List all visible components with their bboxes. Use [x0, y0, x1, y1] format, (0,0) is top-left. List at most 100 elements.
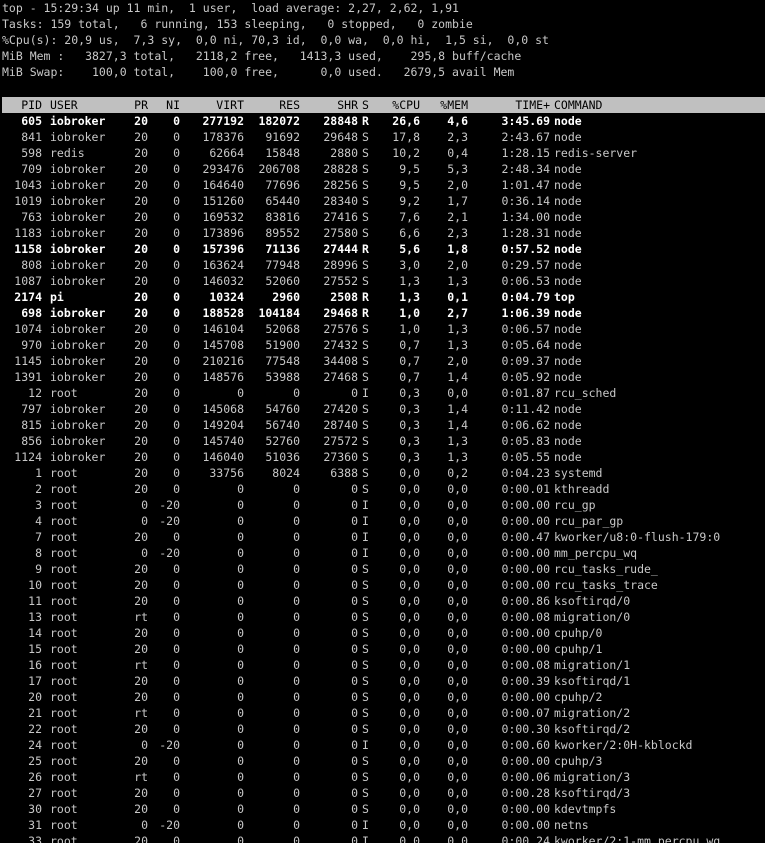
process-shr: 0: [351, 578, 358, 592]
terminal-window[interactable]: top - 15:29:34 up 11 min, 1 user, load a…: [0, 0, 765, 843]
process-user: root: [50, 658, 78, 672]
process-nice: 0: [173, 290, 180, 304]
process-cpu: 0,0: [399, 514, 420, 528]
process-virt: 0: [237, 770, 244, 784]
table-row[interactable]: 15 root 20 0 0 0 0 S 0,0 0,0 0:00.00 cpuhp/1: [0, 641, 765, 657]
process-time: 0:00.00: [501, 546, 550, 560]
table-row[interactable]: 1183 iobroker 20 0 173896 89552 27580 S 6,6 2,3 1:…: [0, 225, 765, 241]
table-row[interactable]: 21 root rt 0 0 0 0 S 0,0 0,0 0:00.07 migration/2: [0, 705, 765, 721]
process-nice: -20: [159, 514, 180, 528]
table-row[interactable]: 30 root 20 0 0 0 0 S 0,0 0,0 0:00.00 kdevtmpfs: [0, 801, 765, 817]
process-time: 0:00.24: [501, 834, 550, 843]
process-shr: 0: [351, 722, 358, 736]
process-shr: 0: [351, 802, 358, 816]
table-row[interactable]: 33 root 20 0 0 0 0 I 0,0 0,0 0:00.24 kworker/2:1-mm…: [0, 833, 765, 843]
table-row[interactable]: 14 root 20 0 0 0 0 S 0,0 0,0 0:00.00 cpuhp/0: [0, 625, 765, 641]
table-row[interactable]: 9 root 20 0 0 0 0 S 0,0 0,0 0:00.00 rcu_tasks_rude_: [0, 561, 765, 577]
table-row[interactable]: 20 root 20 0 0 0 0 S 0,0 0,0 0:00.00 cpuhp/2: [0, 689, 765, 705]
table-row[interactable]: 856 iobroker 20 0 145740 52760 27572 S 0,3 1,3 0:0…: [0, 433, 765, 449]
table-row[interactable]: 808 iobroker 20 0 163624 77948 28996 S 3,0 2,0 0:2…: [0, 257, 765, 273]
table-row[interactable]: 1158 iobroker 20 0 157396 71136 27444 R 5,6 1,8 0:…: [0, 241, 765, 257]
table-row[interactable]: 1 root 20 0 33756 8024 6388 S 0,0 0,2 0:04.23 syste…: [0, 465, 765, 481]
process-cpu: 9,5: [399, 178, 420, 192]
table-row[interactable]: 26 root rt 0 0 0 0 S 0,0 0,0 0:00.06 migration/3: [0, 769, 765, 785]
process-cpu: 0,3: [399, 418, 420, 432]
table-row[interactable]: 1124 iobroker 20 0 146040 51036 27360 S 0,3 1,3 0:…: [0, 449, 765, 465]
process-res: 0: [293, 530, 300, 544]
column-header-user: USER: [50, 98, 78, 112]
table-row[interactable]: 4 root 0 -20 0 0 0 I 0,0 0,0 0:00.00 rcu_par_gp: [0, 513, 765, 529]
process-mem: 1,3: [447, 434, 468, 448]
process-user: root: [50, 482, 78, 496]
table-row[interactable]: 1043 iobroker 20 0 164640 77696 28256 S 9,5 2,0 1:…: [0, 177, 765, 193]
table-row[interactable]: 24 root 0 -20 0 0 0 I 0,0 0,0 0:00.60 kworker/2:0H-…: [0, 737, 765, 753]
table-row[interactable]: 763 iobroker 20 0 169532 83816 27416 S 7,6 2,1 1:3…: [0, 209, 765, 225]
process-priority: 20: [134, 322, 148, 336]
process-mem: 1,7: [447, 194, 468, 208]
table-row[interactable]: 11 root 20 0 0 0 0 S 0,0 0,0 0:00.86 ksoftirqd/0: [0, 593, 765, 609]
process-user: iobroker: [50, 402, 106, 416]
process-mem: 0,0: [447, 738, 468, 752]
table-row[interactable]: 3 root 0 -20 0 0 0 I 0,0 0,0 0:00.00 rcu_gp: [0, 497, 765, 513]
table-row[interactable]: 2 root 20 0 0 0 0 S 0,0 0,0 0:00.01 kthreadd: [0, 481, 765, 497]
process-mem: 0,0: [447, 786, 468, 800]
table-row[interactable]: 1391 iobroker 20 0 148576 53988 27468 S 0,7 1,4 0:…: [0, 369, 765, 385]
table-row[interactable]: 10 root 20 0 0 0 0 S 0,0 0,0 0:00.00 rcu_tasks_trac…: [0, 577, 765, 593]
table-row[interactable]: 31 root 0 -20 0 0 0 I 0,0 0,0 0:00.00 netns: [0, 817, 765, 833]
table-row[interactable]: 8 root 0 -20 0 0 0 I 0,0 0,0 0:00.00 mm_percpu_wq: [0, 545, 765, 561]
process-priority: 20: [134, 274, 148, 288]
process-command: node: [554, 226, 582, 240]
table-row[interactable]: 22 root 20 0 0 0 0 S 0,0 0,0 0:00.30 ksoftirqd/2: [0, 721, 765, 737]
table-row[interactable]: 27 root 20 0 0 0 0 S 0,0 0,0 0:00.28 ksoftirqd/3: [0, 785, 765, 801]
process-shr: 28828: [323, 162, 358, 176]
table-row[interactable]: 598 redis 20 0 62664 15848 2880 S 10,2 0,4 1:28.15…: [0, 145, 765, 161]
process-shr: 0: [351, 642, 358, 656]
table-row[interactable]: 1145 iobroker 20 0 210216 77548 34408 S 0,7 2,0 0:…: [0, 353, 765, 369]
process-nice: 0: [173, 674, 180, 688]
table-row[interactable]: 709 iobroker 20 0 293476 206708 28828 S 9,5 5,3 2:…: [0, 161, 765, 177]
process-user: iobroker: [50, 338, 106, 352]
process-pid: 709: [21, 162, 42, 176]
table-row[interactable]: 1074 iobroker 20 0 146104 52068 27576 S 1,0 1,3 0:…: [0, 321, 765, 337]
table-row[interactable]: 17 root 20 0 0 0 0 S 0,0 0,0 0:00.39 ksoftirqd/1: [0, 673, 765, 689]
table-row[interactable]: 841 iobroker 20 0 178376 91692 29648 S 17,8 2,3 2:…: [0, 129, 765, 145]
table-row[interactable]: 698 iobroker 20 0 188528 104184 29468 R 1,0 2,7 1:…: [0, 305, 765, 321]
table-row[interactable]: 2174 pi 20 0 10324 2960 2508 R 1,3 0,1 0:04.79 top: [0, 289, 765, 305]
table-row[interactable]: 7 root 20 0 0 0 0 I 0,0 0,0 0:00.47 kworker/u8:0-fl…: [0, 529, 765, 545]
table-row[interactable]: 1019 iobroker 20 0 151260 65440 28340 S 9,2 1,7 0:…: [0, 193, 765, 209]
table-row[interactable]: 970 iobroker 20 0 145708 51900 27432 S 0,7 1,3 0:0…: [0, 337, 765, 353]
process-cpu: 0,0: [399, 738, 420, 752]
process-nice: 0: [173, 306, 180, 320]
process-cpu: 0,7: [399, 370, 420, 384]
process-virt: 146040: [202, 450, 244, 464]
process-shr: 27572: [323, 434, 358, 448]
process-pid: 14: [28, 626, 42, 640]
process-priority: 20: [134, 466, 148, 480]
table-row[interactable]: 25 root 20 0 0 0 0 S 0,0 0,0 0:00.00 cpuhp/3: [0, 753, 765, 769]
process-user: redis: [50, 146, 85, 160]
process-res: 83816: [265, 210, 300, 224]
column-header-time: TIME+: [515, 98, 550, 112]
process-state: S: [362, 754, 369, 768]
process-cpu: 0,0: [399, 834, 420, 843]
process-command: node: [554, 370, 582, 384]
process-shr: 0: [351, 626, 358, 640]
table-row[interactable]: 13 root rt 0 0 0 0 S 0,0 0,0 0:00.08 migration/0: [0, 609, 765, 625]
process-time: 0:00.30: [501, 722, 550, 736]
process-user: root: [50, 738, 78, 752]
process-pid: 22: [28, 722, 42, 736]
process-shr: 27468: [323, 370, 358, 384]
process-command: node: [554, 274, 582, 288]
table-row[interactable]: 815 iobroker 20 0 149204 56740 28740 S 0,3 1,4 0:0…: [0, 417, 765, 433]
table-row[interactable]: 16 root rt 0 0 0 0 S 0,0 0,0 0:00.08 migration/1: [0, 657, 765, 673]
table-row[interactable]: 12 root 20 0 0 0 0 I 0,3 0,0 0:01.87 rcu_sched: [0, 385, 765, 401]
process-user: root: [50, 546, 78, 560]
process-user: root: [50, 562, 78, 576]
table-row[interactable]: 1087 iobroker 20 0 146032 52060 27552 S 1,3 1,3 0:…: [0, 273, 765, 289]
process-time: 0:00.86: [501, 594, 550, 608]
process-pid: 1: [35, 466, 42, 480]
table-row[interactable]: 605 iobroker 20 0 277192 182072 28848 R 26,6 4,6 3…: [0, 113, 765, 129]
process-priority: 0: [141, 738, 148, 752]
table-row[interactable]: 797 iobroker 20 0 145068 54760 27420 S 0,3 1,4 0:1…: [0, 401, 765, 417]
process-cpu: 0,0: [399, 770, 420, 784]
